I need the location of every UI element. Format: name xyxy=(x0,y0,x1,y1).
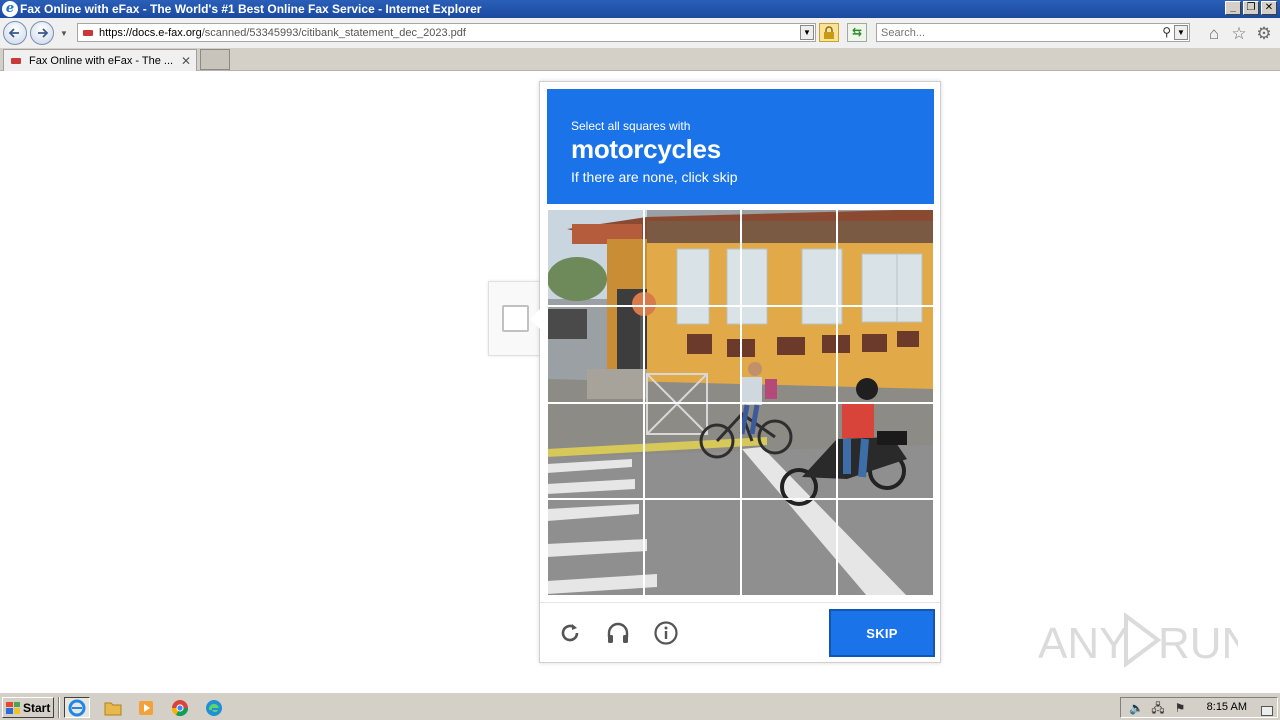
start-label: Start xyxy=(23,700,51,715)
reload-button[interactable] xyxy=(556,619,584,647)
captcha-tile[interactable] xyxy=(547,305,644,403)
search-icon[interactable]: ⚲ xyxy=(1162,25,1171,39)
watermark-any: ANY xyxy=(1038,619,1128,668)
back-arrow-icon xyxy=(8,28,19,38)
captcha-tile[interactable] xyxy=(837,305,934,403)
captcha-tile[interactable] xyxy=(837,402,934,500)
captcha-header: Select all squares with motorcycles If t… xyxy=(547,89,934,204)
navigation-bar: ▼ https://docs.e-fax.org/scanned/5334599… xyxy=(0,18,1280,48)
search-box[interactable]: ⚲ ▼ xyxy=(876,23,1190,42)
back-button[interactable] xyxy=(3,21,27,45)
tab-bar: Fax Online with eFax - The ... ✕ xyxy=(0,48,1280,71)
restore-button[interactable]: ❐ xyxy=(1243,1,1259,15)
network-icon[interactable]: 🖧 xyxy=(1151,701,1165,715)
forward-button[interactable] xyxy=(30,21,54,45)
taskbar-media-player[interactable] xyxy=(133,697,159,718)
clock[interactable]: 8:15 AM xyxy=(1207,701,1247,713)
show-desktop-button[interactable] xyxy=(1261,706,1273,716)
windows-logo-icon xyxy=(6,701,20,714)
favorites-star-icon[interactable]: ☆ xyxy=(1230,25,1248,43)
chrome-icon xyxy=(171,699,189,716)
captcha-tile[interactable] xyxy=(837,499,934,596)
captcha-footer-divider xyxy=(540,602,940,603)
media-player-icon xyxy=(139,700,153,715)
minimize-button[interactable]: _ xyxy=(1225,1,1241,15)
taskbar-chrome[interactable] xyxy=(167,697,193,718)
address-dropdown-icon[interactable]: ▼ xyxy=(800,25,814,40)
ie-logo-icon: e xyxy=(2,1,18,17)
watermark-run: RUN xyxy=(1158,619,1238,668)
refresh-icon: ⇆ xyxy=(851,25,863,39)
tab-favicon-icon xyxy=(11,57,21,64)
forward-arrow-icon xyxy=(38,28,49,38)
info-button[interactable] xyxy=(652,619,680,647)
captcha-tile[interactable] xyxy=(740,305,838,403)
search-input[interactable] xyxy=(881,25,1151,40)
home-icon[interactable]: ⌂ xyxy=(1205,25,1223,43)
captcha-intro: Select all squares with xyxy=(571,119,691,133)
history-dropdown-icon[interactable]: ▼ xyxy=(60,29,68,38)
tab-close-icon[interactable]: ✕ xyxy=(181,54,191,68)
url-host: https://docs.e-fax.org xyxy=(99,26,202,39)
captcha-tile[interactable] xyxy=(643,209,741,306)
captcha-tile[interactable] xyxy=(643,305,741,403)
window-titlebar: e Fax Online with eFax - The World's #1 … xyxy=(0,0,1280,18)
audio-headphones-icon xyxy=(607,622,629,643)
captcha-tile[interactable] xyxy=(643,499,741,596)
captcha-challenge: Select all squares with motorcycles If t… xyxy=(530,81,941,663)
captcha-tile[interactable] xyxy=(740,499,838,596)
taskbar: Start 🔈 🖧 ⚑ 8:15 AM xyxy=(0,692,1280,720)
lock-icon xyxy=(824,25,834,39)
site-favicon-icon xyxy=(83,29,93,36)
info-icon xyxy=(654,621,678,645)
play-triangle-icon xyxy=(1124,612,1162,668)
captcha-keyword: motorcycles xyxy=(571,134,721,164)
captcha-tile[interactable] xyxy=(547,402,644,500)
captcha-hint: If there are none, click skip xyxy=(571,169,738,185)
audio-challenge-button[interactable] xyxy=(604,619,632,647)
close-button[interactable]: ✕ xyxy=(1261,1,1277,15)
captcha-tile[interactable] xyxy=(837,209,934,306)
url-path: /scanned/53345993/citibank_statement_dec… xyxy=(201,26,466,39)
taskbar-edge[interactable] xyxy=(201,697,227,718)
captcha-pointer xyxy=(530,309,540,329)
taskbar-separator xyxy=(58,697,60,718)
captcha-tile[interactable] xyxy=(740,402,838,500)
captcha-tile[interactable] xyxy=(643,402,741,500)
folder-icon xyxy=(104,702,122,715)
skip-button[interactable]: SKIP xyxy=(829,609,935,657)
refresh-button[interactable]: ⇆ xyxy=(847,23,867,42)
settings-gear-icon[interactable]: ⚙ xyxy=(1255,25,1273,43)
new-tab-button[interactable] xyxy=(200,49,230,70)
security-lock-button[interactable] xyxy=(819,23,839,42)
taskbar-internet-explorer[interactable] xyxy=(64,697,90,718)
tab-efax[interactable]: Fax Online with eFax - The ... ✕ xyxy=(3,49,197,71)
search-dropdown-icon[interactable]: ▼ xyxy=(1174,25,1188,40)
address-bar[interactable]: https://docs.e-fax.org/scanned/53345993/… xyxy=(77,23,816,42)
captcha-checkbox[interactable] xyxy=(502,305,529,332)
captcha-image-grid xyxy=(547,209,934,596)
address-url[interactable]: https://docs.e-fax.org/scanned/53345993/… xyxy=(99,27,466,39)
window-title: Fax Online with eFax - The World's #1 Be… xyxy=(20,2,482,16)
captcha-tile[interactable] xyxy=(740,209,838,306)
action-center-flag-icon[interactable]: ⚑ xyxy=(1173,701,1187,715)
captcha-tiles xyxy=(547,209,934,596)
internet-explorer-icon xyxy=(68,699,86,716)
start-button[interactable]: Start xyxy=(2,697,54,718)
window-controls: _ ❐ ✕ xyxy=(1225,1,1277,15)
volume-icon[interactable]: 🔈 xyxy=(1129,701,1144,715)
captcha-tile[interactable] xyxy=(547,209,644,306)
anyrun-watermark: ANY RUN xyxy=(1038,612,1238,668)
captcha-tile[interactable] xyxy=(547,499,644,596)
tab-label: Fax Online with eFax - The ... xyxy=(29,54,174,67)
taskbar-file-explorer[interactable] xyxy=(100,697,126,718)
reload-icon xyxy=(561,624,579,642)
edge-icon xyxy=(206,699,222,716)
system-tray: 🔈 🖧 ⚑ 8:15 AM xyxy=(1120,697,1278,718)
